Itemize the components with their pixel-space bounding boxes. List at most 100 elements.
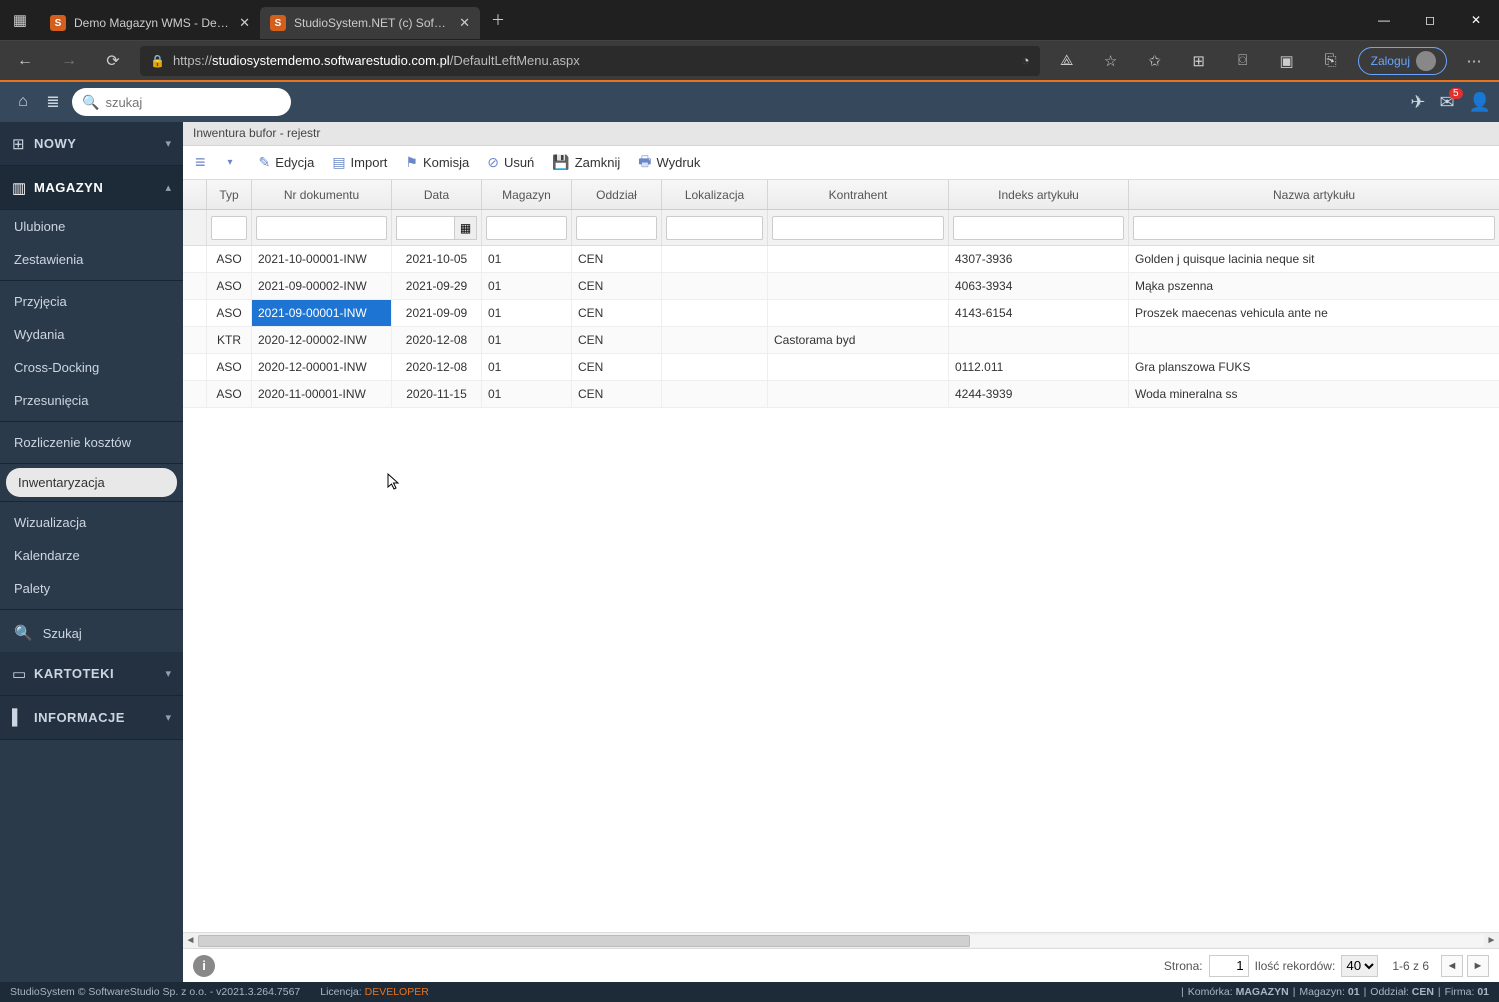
plane-icon[interactable]: ✈	[1410, 92, 1425, 113]
sidebar-search[interactable]: 🔍 Szukaj	[0, 614, 183, 652]
extensions-icon[interactable]: ⌼	[1226, 45, 1260, 77]
cell[interactable]	[183, 273, 207, 299]
favorites-bar-icon[interactable]: ✩	[1138, 45, 1172, 77]
usun-button[interactable]: ⊘Usuń	[487, 154, 534, 171]
info-icon[interactable]: i	[193, 955, 215, 977]
browser-tab[interactable]: S Demo Magazyn WMS - Demo o ✕	[40, 7, 260, 39]
chevron-down-icon[interactable]: ▾	[228, 157, 233, 168]
wydruk-button[interactable]: 🖶Wydruk	[638, 151, 700, 175]
cell[interactable]	[768, 381, 949, 407]
cell[interactable]: 2020-12-08	[392, 354, 482, 380]
cell[interactable]: 01	[482, 381, 572, 407]
cell[interactable]: CEN	[572, 300, 662, 326]
cell[interactable]	[183, 354, 207, 380]
cell[interactable]: 2020-11-00001-INW	[252, 381, 392, 407]
table-row[interactable]: ASO2021-09-00001-INW2021-09-0901CEN4143-…	[183, 300, 1499, 327]
cell[interactable]	[768, 354, 949, 380]
cell[interactable]	[662, 327, 768, 353]
new-tab-button[interactable]: ＋	[480, 10, 516, 30]
cell[interactable]: ASO	[207, 354, 252, 380]
column-header[interactable]: Nr dokumentu	[252, 180, 392, 209]
filter-input[interactable]	[1133, 216, 1495, 240]
collections-icon[interactable]: ⊞	[1182, 45, 1216, 77]
sidebar-item[interactable]: Cross-Docking	[0, 351, 183, 384]
forward-button[interactable]: →	[52, 45, 86, 77]
cell[interactable]: Golden j quisque lacinia neque sit	[1129, 246, 1499, 272]
next-page-button[interactable]: ►	[1467, 955, 1489, 977]
zamknij-button[interactable]: 💾Zamknij	[552, 154, 620, 171]
cell[interactable]	[768, 273, 949, 299]
mail-icon[interactable]: ✉5	[1439, 92, 1454, 113]
column-header[interactable]: Magazyn	[482, 180, 572, 209]
scroll-left-icon[interactable]: ◄	[183, 935, 198, 946]
tab-manager-icon[interactable]: ▦	[0, 11, 40, 29]
page-size-select[interactable]: 40	[1341, 955, 1378, 977]
scroll-right-icon[interactable]: ►	[1484, 935, 1499, 946]
app-icon[interactable]: ▣	[1270, 45, 1304, 77]
sidebar-section-informacje[interactable]: ▌ INFORMACJE ▾	[0, 696, 183, 740]
cell[interactable]	[183, 327, 207, 353]
cell[interactable]: ASO	[207, 246, 252, 272]
cell[interactable]: 01	[482, 354, 572, 380]
filter-input[interactable]	[772, 216, 944, 240]
cell[interactable]: 01	[482, 300, 572, 326]
cell[interactable]	[662, 354, 768, 380]
browser-tab[interactable]: S StudioSystem.NET (c) SoftwareSt ✕	[260, 7, 480, 39]
sidebar-item[interactable]: Wydania	[0, 318, 183, 351]
cell[interactable]: 4063-3934	[949, 273, 1129, 299]
cell[interactable]	[183, 300, 207, 326]
cell[interactable]: KTR	[207, 327, 252, 353]
cell[interactable]	[662, 273, 768, 299]
cell[interactable]: ASO	[207, 300, 252, 326]
cell[interactable]	[183, 381, 207, 407]
sidebar-item[interactable]: Przyjęcia	[0, 285, 183, 318]
cell[interactable]: Woda mineralna ss	[1129, 381, 1499, 407]
cell[interactable]: 2021-09-29	[392, 273, 482, 299]
cell[interactable]: 4244-3939	[949, 381, 1129, 407]
filter-input[interactable]	[953, 216, 1124, 240]
cell[interactable]: CEN	[572, 273, 662, 299]
cell[interactable]: Gra planszowa FUKS	[1129, 354, 1499, 380]
cell[interactable]	[662, 246, 768, 272]
page-input[interactable]	[1209, 955, 1249, 977]
user-icon[interactable]: 👤	[1469, 92, 1491, 113]
sidebar-item[interactable]: Inwentaryzacja	[6, 468, 177, 497]
sidebar-section-magazyn[interactable]: ▥ MAGAZYN ▴	[0, 166, 183, 210]
hamburger-icon[interactable]: ≡	[195, 152, 206, 173]
home-icon[interactable]: ⌂	[8, 87, 38, 117]
cell[interactable]: 2021-10-05	[392, 246, 482, 272]
cell[interactable]: 2021-09-00002-INW	[252, 273, 392, 299]
tracking-icon[interactable]: ◔	[1022, 53, 1030, 68]
date-filter[interactable]: ▦	[396, 216, 477, 240]
horizontal-scrollbar[interactable]: ◄ ►	[183, 932, 1499, 948]
cell[interactable]: Proszek maecenas vehicula ante ne	[1129, 300, 1499, 326]
filter-input[interactable]	[486, 216, 567, 240]
sync-icon[interactable]: ⎘	[1314, 45, 1348, 77]
login-button[interactable]: Zaloguj	[1358, 47, 1447, 75]
maximize-button[interactable]: ◻	[1407, 0, 1453, 40]
edycja-button[interactable]: ✎Edycja	[259, 154, 315, 171]
favorite-icon[interactable]: ☆	[1094, 45, 1128, 77]
cell[interactable]: 4307-3936	[949, 246, 1129, 272]
cell[interactable]: ASO	[207, 273, 252, 299]
cell[interactable]	[1129, 327, 1499, 353]
minimize-button[interactable]: ―	[1361, 0, 1407, 40]
close-icon[interactable]: ✕	[239, 15, 250, 31]
search-input[interactable]	[105, 95, 281, 110]
cell[interactable]	[768, 246, 949, 272]
cell[interactable]: 2021-09-09	[392, 300, 482, 326]
sidebar-section-nowy[interactable]: ⊞ NOWY ▾	[0, 122, 183, 166]
column-header[interactable]: Data	[392, 180, 482, 209]
cell[interactable]: CEN	[572, 381, 662, 407]
cell[interactable]	[183, 246, 207, 272]
komisja-button[interactable]: ⚑Komisja	[405, 154, 469, 171]
sidebar-item[interactable]: Kalendarze	[0, 539, 183, 572]
filter-input[interactable]	[256, 216, 387, 240]
cell[interactable]	[768, 300, 949, 326]
cell[interactable]: CEN	[572, 354, 662, 380]
table-row[interactable]: ASO2021-09-00002-INW2021-09-2901CEN4063-…	[183, 273, 1499, 300]
cell[interactable]: 01	[482, 327, 572, 353]
sidebar-item[interactable]: Palety	[0, 572, 183, 605]
cell[interactable]: CEN	[572, 327, 662, 353]
cell[interactable]: 0112.011	[949, 354, 1129, 380]
